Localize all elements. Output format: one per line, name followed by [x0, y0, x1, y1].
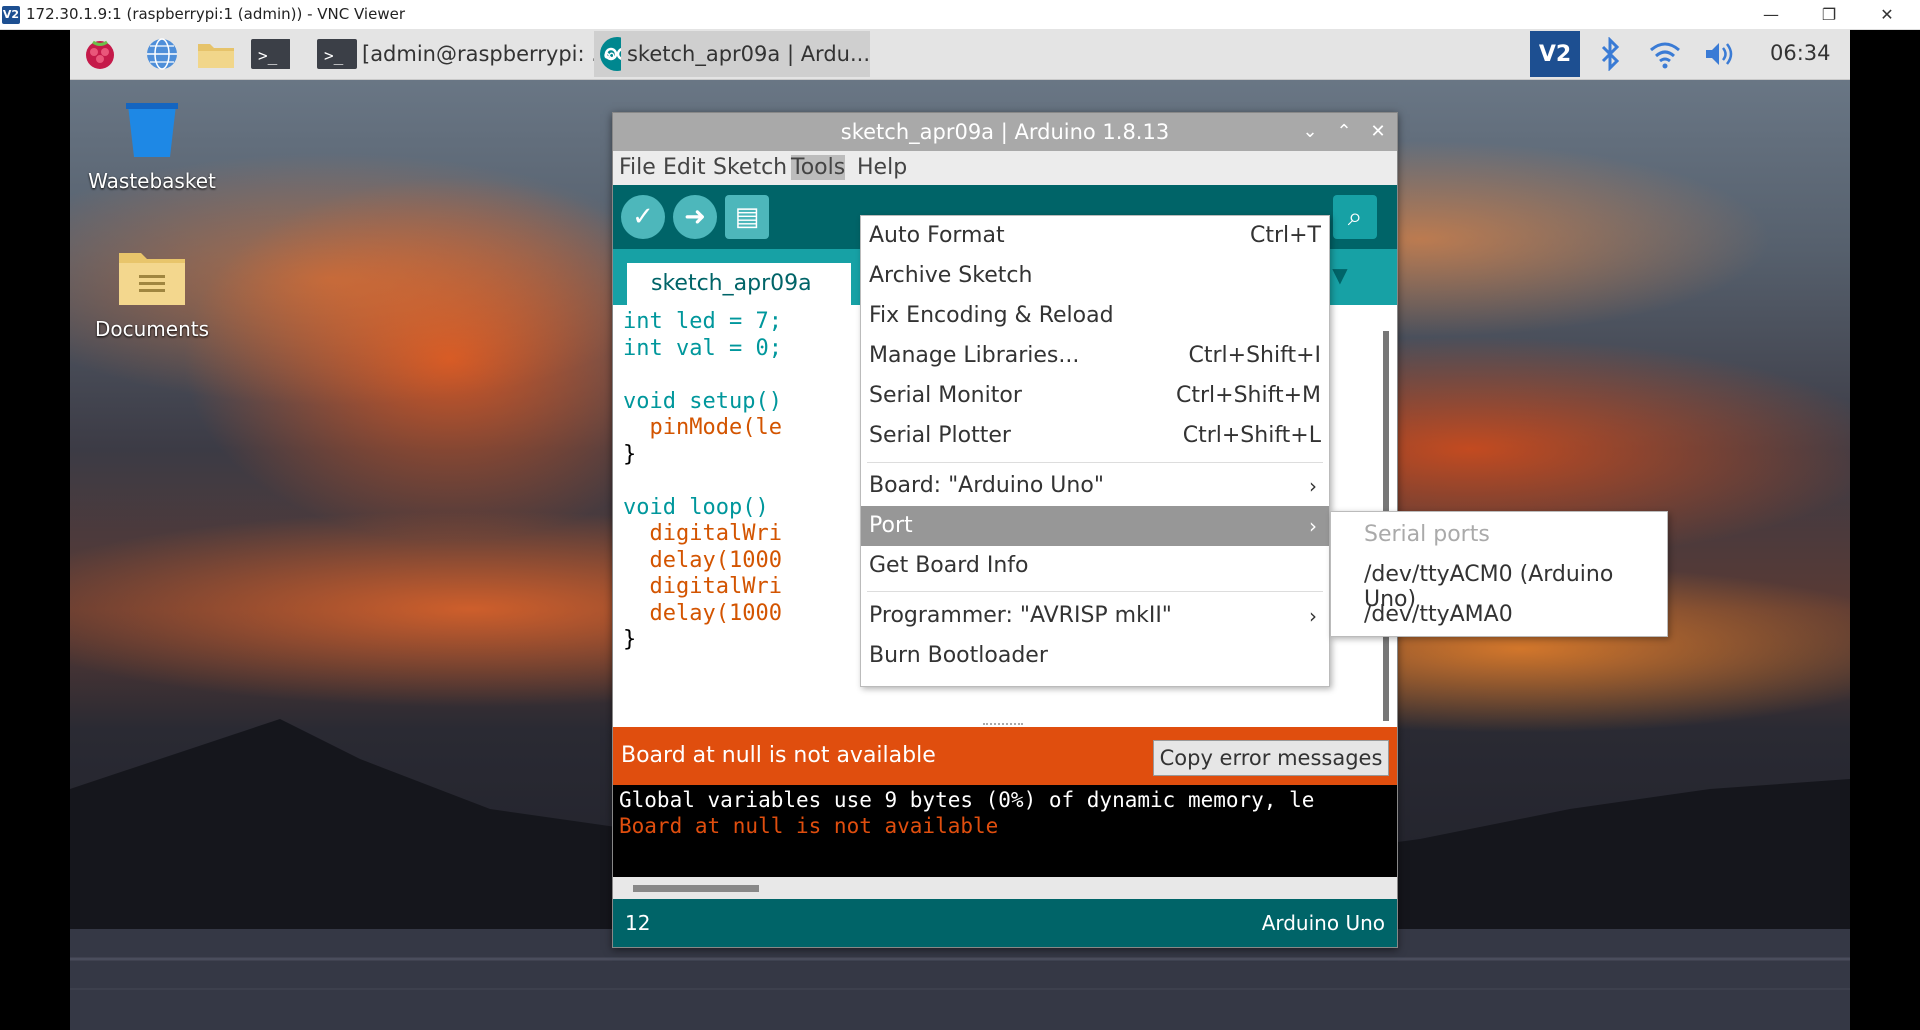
menu-item-archive-sketch[interactable]: Archive Sketch: [861, 256, 1329, 296]
menu-item-board[interactable]: Board: "Arduino Uno" ›: [861, 466, 1329, 506]
menu-file[interactable]: File: [619, 155, 656, 180]
menu-item-port[interactable]: Port ›: [861, 506, 1329, 546]
remote-desktop: >_ >_ [admin@raspberrypi: ... ∞ sketch_a…: [70, 29, 1850, 1030]
board-name: Arduino Uno: [1261, 911, 1385, 935]
close-button[interactable]: ✕: [1858, 0, 1916, 29]
code-text: int led = 7; int val = 0; void setup() p…: [623, 309, 782, 654]
minimize-icon[interactable]: ⌄: [1295, 113, 1325, 151]
code-line: }: [623, 627, 637, 652]
menu-item-auto-format[interactable]: Auto Format Ctrl+T: [861, 216, 1329, 256]
menu-item-burn-bootloader[interactable]: Burn Bootloader: [861, 636, 1329, 676]
file-manager-icon[interactable]: [196, 35, 236, 73]
serial-monitor-button[interactable]: ⌕: [1333, 195, 1377, 239]
console-horizontal-scrollbar[interactable]: [613, 877, 1397, 899]
desktop-icon-documents[interactable]: Documents: [82, 247, 222, 341]
taskbar-task-arduino[interactable]: ∞ sketch_apr09a | Ardu...: [594, 31, 870, 77]
taskbar: >_ >_ [admin@raspberrypi: ... ∞ sketch_a…: [70, 29, 1850, 80]
status-bar: 12 Arduino Uno: [613, 899, 1397, 947]
code-line: int val = 0;: [623, 335, 782, 361]
vnc-tray-icon[interactable]: V2: [1530, 31, 1580, 77]
code-line: digitalWri: [623, 574, 782, 599]
code-line: delay(1000: [623, 600, 782, 626]
desktop-icon-label: Wastebasket: [88, 169, 216, 193]
console-line: Global variables use 9 bytes (0%) of dyn…: [619, 788, 1315, 812]
chevron-right-icon: ›: [1309, 514, 1317, 538]
code-line: delay(1000: [623, 547, 782, 573]
code-line: int led = 7;: [623, 309, 782, 334]
code-line: digitalWri: [623, 521, 782, 546]
code-line: void loop(): [623, 494, 769, 520]
tab-sketch[interactable]: sketch_apr09a: [627, 263, 851, 305]
minimize-button[interactable]: —: [1742, 0, 1800, 29]
code-line: void setup(): [623, 388, 782, 414]
raspberry-menu-icon[interactable]: [80, 35, 120, 73]
code-line: }: [623, 441, 637, 467]
menu-tools[interactable]: Tools: [791, 155, 846, 180]
vnc-window-title: 172.30.1.9:1 (raspberrypi:1 (admin)) - V…: [26, 5, 405, 23]
terminal-icon[interactable]: >_: [250, 35, 290, 73]
arduino-logo-icon: ∞: [600, 37, 621, 71]
tools-menu: Auto Format Ctrl+T Archive Sketch Fix Enc…: [860, 215, 1330, 687]
restore-button[interactable]: ❐: [1800, 0, 1858, 29]
console-scroll-thumb[interactable]: [633, 885, 759, 892]
menu-separator: [867, 591, 1323, 592]
desktop-icon-label: Documents: [94, 317, 210, 341]
svg-text:>_: >_: [324, 46, 344, 65]
arduino-window-title: sketch_apr09a | Arduino 1.8.13: [613, 113, 1397, 151]
port-submenu: Serial ports /dev/ttyACM0 (Arduino Uno) …: [1330, 511, 1668, 637]
new-sketch-button[interactable]: ▤: [725, 195, 769, 239]
menu-edit[interactable]: Edit: [663, 155, 706, 180]
menu-help[interactable]: Help: [857, 155, 907, 180]
menu-item-fix-encoding[interactable]: Fix Encoding & Reload: [861, 296, 1329, 336]
bluetooth-icon[interactable]: [1590, 35, 1630, 73]
upload-button[interactable]: ➜: [673, 195, 717, 239]
port-item-ttyama0[interactable]: /dev/ttyAMA0: [1364, 602, 1513, 627]
task-label: [admin@raspberrypi: ...: [362, 42, 612, 66]
copy-error-messages-button[interactable]: Copy error messages: [1153, 740, 1389, 776]
menu-item-get-board-info[interactable]: Get Board Info: [861, 546, 1329, 586]
code-line: pinMode(le: [623, 415, 782, 440]
console-line-error: Board at null is not available: [619, 814, 999, 838]
line-number: 12: [625, 911, 651, 935]
menu-item-serial-plotter[interactable]: Serial Plotter Ctrl+Shift+L: [861, 416, 1329, 456]
terminal-icon: >_: [317, 39, 357, 69]
maximize-icon[interactable]: ⌃: [1329, 113, 1359, 151]
menubar: File Edit Sketch Tools Help: [613, 151, 1397, 185]
vnc-logo-icon: V2: [2, 6, 20, 24]
wifi-icon[interactable]: [1645, 35, 1685, 73]
chevron-right-icon: ›: [1309, 604, 1317, 628]
close-icon[interactable]: ✕: [1363, 113, 1393, 151]
verify-button[interactable]: ✓: [621, 195, 665, 239]
menu-item-serial-monitor[interactable]: Serial Monitor Ctrl+Shift+M: [861, 376, 1329, 416]
menu-item-programmer[interactable]: Programmer: "AVRISP mkII" ›: [861, 596, 1329, 636]
browser-globe-icon[interactable]: [142, 35, 182, 73]
wastebasket-icon: [126, 103, 178, 157]
console-output[interactable]: Global variables use 9 bytes (0%) of dyn…: [613, 785, 1397, 877]
port-submenu-header: Serial ports: [1364, 522, 1490, 547]
folder-icon: [119, 253, 185, 305]
menu-sketch[interactable]: Sketch: [713, 155, 787, 180]
error-bar: Board at null is not available Copy erro…: [613, 727, 1397, 785]
menu-item-manage-libraries[interactable]: Manage Libraries... Ctrl+Shift+I: [861, 336, 1329, 376]
chevron-right-icon: ›: [1309, 474, 1317, 498]
menu-separator: [867, 462, 1323, 463]
clock[interactable]: 06:34: [1770, 41, 1831, 65]
svg-text:>_: >_: [258, 46, 278, 65]
vnc-titlebar: V2 172.30.1.9:1 (raspberrypi:1 (admin)) …: [0, 0, 1920, 30]
desktop-icon-wastebasket[interactable]: Wastebasket: [82, 99, 222, 193]
volume-icon[interactable]: [1700, 35, 1740, 73]
error-message: Board at null is not available: [621, 743, 936, 768]
task-label: sketch_apr09a | Ardu...: [626, 42, 870, 66]
